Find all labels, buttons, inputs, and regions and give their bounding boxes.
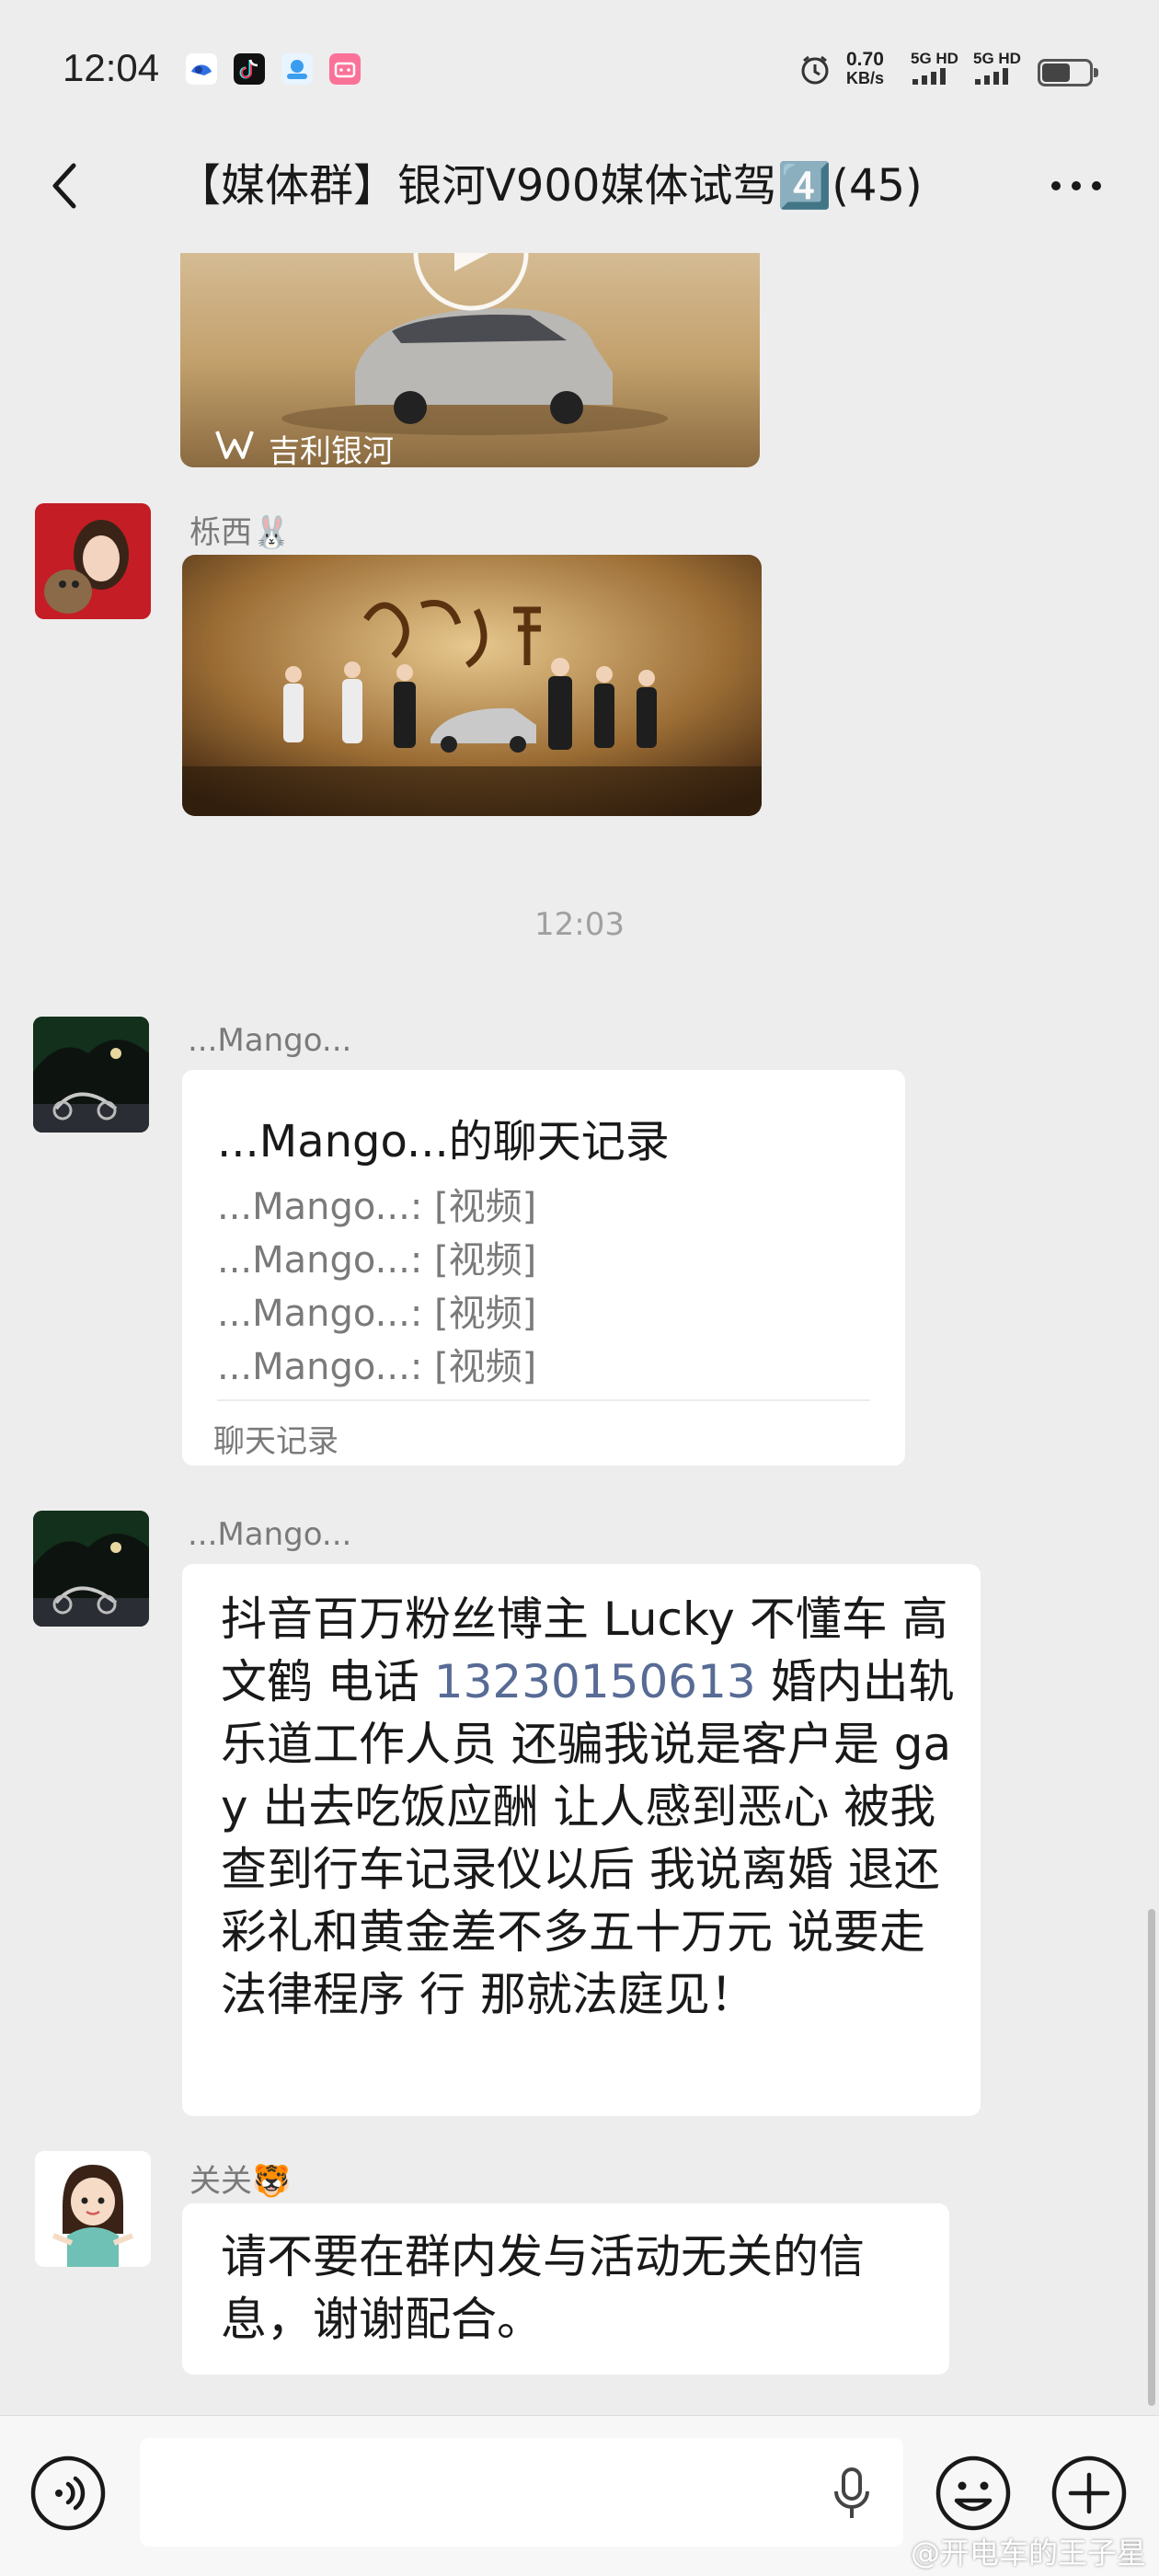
more-dots-icon[interactable] (1049, 175, 1104, 197)
video-brand-text: 吉利银河 (269, 433, 394, 467)
avatar-image (33, 1511, 149, 1627)
video-message-1[interactable]: 吉利银河 (180, 253, 760, 467)
time-divider: 12:03 (534, 906, 625, 943)
chat-title: 【媒体群】银河V900媒体试驾4️⃣(45) (177, 160, 923, 212)
chat-record-title: ...Mango...的聊天记录 (217, 1116, 670, 1167)
douyin-icon (234, 53, 265, 85)
battery-level (1042, 63, 1070, 82)
message-text: 请不要在群内发与活动无关的信息，谢谢配合。 (221, 2230, 865, 2346)
chat-record-line: ...Mango...: [视频] (217, 1239, 537, 1282)
sender-name: ...Mango... (188, 1022, 352, 1059)
signal-2: 5G HD (973, 50, 1021, 91)
message-text: 抖音百万粉丝博主 Lucky 不懂车 高文鹤 电话 13230150613 婚内… (221, 1588, 957, 2026)
avatar[interactable] (35, 503, 151, 619)
avatar[interactable] (35, 2151, 151, 2267)
text-message-bubble[interactable]: 抖音百万粉丝博主 Lucky 不懂车 高文鹤 电话 13230150613 婚内… (182, 1564, 981, 2116)
watermark: @开电车的王子星 (910, 2536, 1146, 2570)
sender-name: 关关🐯 (189, 2163, 292, 2200)
bilibili-icon (329, 53, 361, 85)
avatar-image (33, 1017, 149, 1133)
message-text-part: 婚内出轨乐道工作人员 还骗我说是客户是 gay 出去吃饭应酬 让人感到恶心 被我… (221, 1655, 955, 2021)
signal-bars-icon (975, 68, 1008, 85)
avatar-image (35, 2151, 151, 2267)
emoji-icon[interactable] (933, 2453, 1014, 2534)
status-time: 12:04 (63, 46, 160, 89)
geely-logo (215, 431, 254, 459)
message-input[interactable] (140, 2438, 903, 2547)
chat-record-divider (217, 1399, 870, 1401)
chat-record-line: ...Mango...: [视频] (217, 1346, 537, 1388)
avatar[interactable] (33, 1017, 149, 1133)
sender-name: ...Mango... (188, 1516, 352, 1553)
signal-bars-icon (912, 68, 946, 85)
baidu-icon (186, 53, 217, 85)
plus-icon[interactable] (1049, 2453, 1130, 2534)
battery-icon (1038, 59, 1098, 86)
chat-record-card[interactable]: ...Mango...的聊天记录 ...Mango...: [视频] ...Ma… (182, 1070, 905, 1466)
signal-1: 5G HD (911, 50, 958, 91)
video-message-2[interactable] (182, 555, 762, 816)
message-list[interactable]: 吉利银河 栎西🐰 12:03 ...Mango... ...Mango...的聊… (0, 253, 1159, 2415)
scrollbar[interactable] (1148, 1909, 1155, 2406)
avatar-image (35, 503, 151, 619)
network-speed: 0.70 KB/s (846, 49, 885, 87)
avatar[interactable] (33, 1511, 149, 1627)
video-thumbnail (180, 253, 760, 467)
phone-number-link[interactable]: 13230150613 (434, 1655, 756, 1708)
chat-record-line: ...Mango...: [视频] (217, 1186, 537, 1228)
alarm-icon (801, 55, 829, 85)
chat-record-line: ...Mango...: [视频] (217, 1293, 537, 1335)
chat-record-footer: 聊天记录 (213, 1423, 339, 1460)
voice-mode-icon[interactable] (28, 2453, 109, 2534)
video-thumbnail (182, 555, 762, 816)
text-message-bubble[interactable]: 请不要在群内发与活动无关的信息，谢谢配合。 (182, 2203, 949, 2375)
app-icon (281, 53, 313, 85)
chevron-left-icon[interactable] (46, 158, 83, 213)
sender-name: 栎西🐰 (189, 514, 292, 551)
microphone-icon[interactable] (832, 2466, 872, 2523)
